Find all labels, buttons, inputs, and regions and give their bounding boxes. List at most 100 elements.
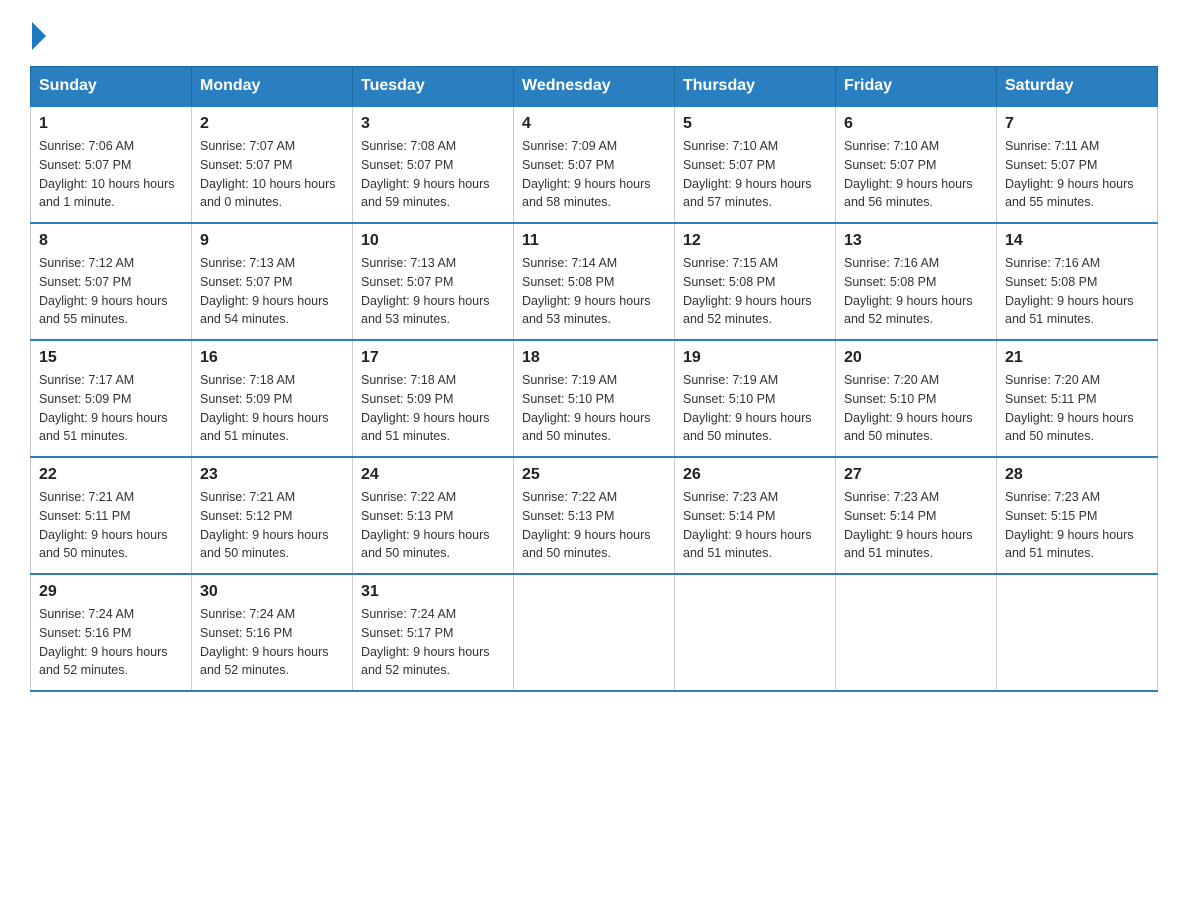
- day-info: Sunrise: 7:22 AMSunset: 5:13 PMDaylight:…: [361, 488, 505, 563]
- calendar-cell: 25 Sunrise: 7:22 AMSunset: 5:13 PMDaylig…: [514, 457, 675, 574]
- calendar-cell: 17 Sunrise: 7:18 AMSunset: 5:09 PMDaylig…: [353, 340, 514, 457]
- day-info: Sunrise: 7:20 AMSunset: 5:11 PMDaylight:…: [1005, 371, 1149, 446]
- day-number: 13: [844, 232, 988, 250]
- day-of-week-header: Saturday: [997, 67, 1158, 107]
- day-number: 3: [361, 115, 505, 133]
- calendar-cell: 10 Sunrise: 7:13 AMSunset: 5:07 PMDaylig…: [353, 223, 514, 340]
- day-info: Sunrise: 7:18 AMSunset: 5:09 PMDaylight:…: [200, 371, 344, 446]
- calendar-cell: 6 Sunrise: 7:10 AMSunset: 5:07 PMDayligh…: [836, 106, 997, 223]
- day-info: Sunrise: 7:18 AMSunset: 5:09 PMDaylight:…: [361, 371, 505, 446]
- calendar-cell: 16 Sunrise: 7:18 AMSunset: 5:09 PMDaylig…: [192, 340, 353, 457]
- calendar-cell: 21 Sunrise: 7:20 AMSunset: 5:11 PMDaylig…: [997, 340, 1158, 457]
- day-number: 27: [844, 466, 988, 484]
- day-info: Sunrise: 7:23 AMSunset: 5:14 PMDaylight:…: [683, 488, 827, 563]
- day-info: Sunrise: 7:21 AMSunset: 5:12 PMDaylight:…: [200, 488, 344, 563]
- day-info: Sunrise: 7:20 AMSunset: 5:10 PMDaylight:…: [844, 371, 988, 446]
- day-info: Sunrise: 7:19 AMSunset: 5:10 PMDaylight:…: [683, 371, 827, 446]
- day-info: Sunrise: 7:24 AMSunset: 5:17 PMDaylight:…: [361, 605, 505, 680]
- calendar-cell: 20 Sunrise: 7:20 AMSunset: 5:10 PMDaylig…: [836, 340, 997, 457]
- day-info: Sunrise: 7:16 AMSunset: 5:08 PMDaylight:…: [844, 254, 988, 329]
- day-of-week-header: Sunday: [31, 67, 192, 107]
- day-info: Sunrise: 7:12 AMSunset: 5:07 PMDaylight:…: [39, 254, 183, 329]
- page-header: [30, 20, 1158, 46]
- day-number: 17: [361, 349, 505, 367]
- calendar-cell: [675, 574, 836, 691]
- calendar-cell: 3 Sunrise: 7:08 AMSunset: 5:07 PMDayligh…: [353, 106, 514, 223]
- day-of-week-header: Thursday: [675, 67, 836, 107]
- day-of-week-header: Tuesday: [353, 67, 514, 107]
- day-info: Sunrise: 7:13 AMSunset: 5:07 PMDaylight:…: [200, 254, 344, 329]
- calendar-cell: 29 Sunrise: 7:24 AMSunset: 5:16 PMDaylig…: [31, 574, 192, 691]
- day-number: 15: [39, 349, 183, 367]
- day-number: 23: [200, 466, 344, 484]
- calendar-week-row: 22 Sunrise: 7:21 AMSunset: 5:11 PMDaylig…: [31, 457, 1158, 574]
- calendar-cell: 12 Sunrise: 7:15 AMSunset: 5:08 PMDaylig…: [675, 223, 836, 340]
- day-number: 24: [361, 466, 505, 484]
- day-number: 30: [200, 583, 344, 601]
- day-number: 8: [39, 232, 183, 250]
- calendar-week-row: 1 Sunrise: 7:06 AMSunset: 5:07 PMDayligh…: [31, 106, 1158, 223]
- calendar-cell: 4 Sunrise: 7:09 AMSunset: 5:07 PMDayligh…: [514, 106, 675, 223]
- calendar-header-row: SundayMondayTuesdayWednesdayThursdayFrid…: [31, 67, 1158, 107]
- day-info: Sunrise: 7:23 AMSunset: 5:14 PMDaylight:…: [844, 488, 988, 563]
- day-of-week-header: Wednesday: [514, 67, 675, 107]
- day-info: Sunrise: 7:16 AMSunset: 5:08 PMDaylight:…: [1005, 254, 1149, 329]
- calendar-cell: 30 Sunrise: 7:24 AMSunset: 5:16 PMDaylig…: [192, 574, 353, 691]
- day-info: Sunrise: 7:24 AMSunset: 5:16 PMDaylight:…: [200, 605, 344, 680]
- calendar-cell: 18 Sunrise: 7:19 AMSunset: 5:10 PMDaylig…: [514, 340, 675, 457]
- calendar-week-row: 8 Sunrise: 7:12 AMSunset: 5:07 PMDayligh…: [31, 223, 1158, 340]
- day-info: Sunrise: 7:11 AMSunset: 5:07 PMDaylight:…: [1005, 137, 1149, 212]
- calendar-week-row: 29 Sunrise: 7:24 AMSunset: 5:16 PMDaylig…: [31, 574, 1158, 691]
- calendar-cell: 22 Sunrise: 7:21 AMSunset: 5:11 PMDaylig…: [31, 457, 192, 574]
- day-number: 12: [683, 232, 827, 250]
- day-number: 21: [1005, 349, 1149, 367]
- day-number: 19: [683, 349, 827, 367]
- calendar-cell: [997, 574, 1158, 691]
- calendar-cell: 8 Sunrise: 7:12 AMSunset: 5:07 PMDayligh…: [31, 223, 192, 340]
- day-number: 25: [522, 466, 666, 484]
- calendar-cell: 15 Sunrise: 7:17 AMSunset: 5:09 PMDaylig…: [31, 340, 192, 457]
- calendar-cell: 26 Sunrise: 7:23 AMSunset: 5:14 PMDaylig…: [675, 457, 836, 574]
- day-number: 7: [1005, 115, 1149, 133]
- calendar-table: SundayMondayTuesdayWednesdayThursdayFrid…: [30, 66, 1158, 692]
- day-number: 2: [200, 115, 344, 133]
- day-info: Sunrise: 7:06 AMSunset: 5:07 PMDaylight:…: [39, 137, 183, 212]
- calendar-cell: 11 Sunrise: 7:14 AMSunset: 5:08 PMDaylig…: [514, 223, 675, 340]
- day-number: 16: [200, 349, 344, 367]
- calendar-cell: 19 Sunrise: 7:19 AMSunset: 5:10 PMDaylig…: [675, 340, 836, 457]
- logo-arrow-icon: [32, 22, 46, 50]
- day-number: 5: [683, 115, 827, 133]
- day-number: 11: [522, 232, 666, 250]
- day-number: 18: [522, 349, 666, 367]
- day-number: 26: [683, 466, 827, 484]
- calendar-cell: 5 Sunrise: 7:10 AMSunset: 5:07 PMDayligh…: [675, 106, 836, 223]
- calendar-cell: 9 Sunrise: 7:13 AMSunset: 5:07 PMDayligh…: [192, 223, 353, 340]
- calendar-cell: [514, 574, 675, 691]
- calendar-cell: 28 Sunrise: 7:23 AMSunset: 5:15 PMDaylig…: [997, 457, 1158, 574]
- calendar-cell: 24 Sunrise: 7:22 AMSunset: 5:13 PMDaylig…: [353, 457, 514, 574]
- day-number: 6: [844, 115, 988, 133]
- day-of-week-header: Friday: [836, 67, 997, 107]
- calendar-cell: 2 Sunrise: 7:07 AMSunset: 5:07 PMDayligh…: [192, 106, 353, 223]
- day-number: 4: [522, 115, 666, 133]
- day-number: 31: [361, 583, 505, 601]
- calendar-cell: 13 Sunrise: 7:16 AMSunset: 5:08 PMDaylig…: [836, 223, 997, 340]
- calendar-cell: 31 Sunrise: 7:24 AMSunset: 5:17 PMDaylig…: [353, 574, 514, 691]
- day-info: Sunrise: 7:10 AMSunset: 5:07 PMDaylight:…: [683, 137, 827, 212]
- calendar-cell: 23 Sunrise: 7:21 AMSunset: 5:12 PMDaylig…: [192, 457, 353, 574]
- day-info: Sunrise: 7:23 AMSunset: 5:15 PMDaylight:…: [1005, 488, 1149, 563]
- calendar-cell: 14 Sunrise: 7:16 AMSunset: 5:08 PMDaylig…: [997, 223, 1158, 340]
- day-info: Sunrise: 7:14 AMSunset: 5:08 PMDaylight:…: [522, 254, 666, 329]
- day-of-week-header: Monday: [192, 67, 353, 107]
- day-number: 29: [39, 583, 183, 601]
- day-number: 9: [200, 232, 344, 250]
- day-info: Sunrise: 7:22 AMSunset: 5:13 PMDaylight:…: [522, 488, 666, 563]
- day-info: Sunrise: 7:24 AMSunset: 5:16 PMDaylight:…: [39, 605, 183, 680]
- calendar-cell: [836, 574, 997, 691]
- day-number: 28: [1005, 466, 1149, 484]
- day-number: 1: [39, 115, 183, 133]
- day-number: 22: [39, 466, 183, 484]
- day-number: 14: [1005, 232, 1149, 250]
- day-info: Sunrise: 7:07 AMSunset: 5:07 PMDaylight:…: [200, 137, 344, 212]
- day-info: Sunrise: 7:15 AMSunset: 5:08 PMDaylight:…: [683, 254, 827, 329]
